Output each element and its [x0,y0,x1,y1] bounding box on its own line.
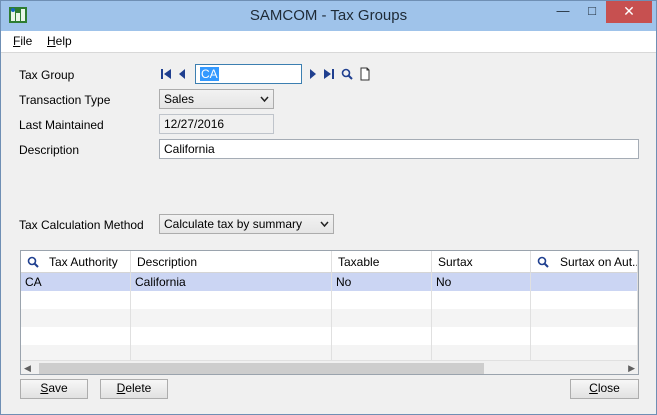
search-icon[interactable] [537,256,549,268]
tax-authority-grid: Tax Authority Description Taxable Surtax… [20,250,639,375]
empty-cell [131,309,332,327]
transaction-type-select[interactable]: Sales [159,89,274,109]
scrollbar-thumb[interactable] [39,363,484,374]
empty-cell [432,291,531,309]
close-button[interactable]: Close [570,379,639,399]
table-row-empty[interactable] [21,345,638,360]
menu-file-label: ile [20,34,33,48]
cell-description[interactable]: California [131,273,332,291]
delete-accel: D [116,381,126,395]
empty-cell [531,345,638,360]
delete-label: elete [125,381,152,395]
empty-cell [332,309,432,327]
menu-file[interactable]: File [13,34,32,48]
title-bar[interactable]: SAMCOM - Tax Groups — □ ✕ [1,1,656,31]
column-header-surtax-on-authority[interactable]: Surtax on Aut... [531,251,638,273]
menu-bar: File Help [1,31,656,53]
empty-cell [131,327,332,345]
column-label: Surtax on Aut... [560,255,638,269]
empty-cell [332,327,432,345]
empty-cell [21,345,131,360]
column-header-tax-authority[interactable]: Tax Authority [21,251,131,273]
empty-cell [131,345,332,360]
last-maintained-label: Last Maintained [19,118,104,132]
close-accel: C [589,381,598,395]
horizontal-scrollbar[interactable]: ◀ ▶ [21,360,638,374]
empty-cell [531,309,638,327]
menu-help-label: elp [55,34,72,48]
description-input[interactable]: California [159,139,639,159]
column-header-description[interactable]: Description [131,251,332,273]
table-row[interactable]: CA California No No [21,273,638,291]
tax-calculation-method-label: Tax Calculation Method [19,218,144,232]
new-record-icon[interactable] [359,67,371,81]
transaction-type-value: Sales [164,92,195,106]
search-icon[interactable] [341,67,353,81]
empty-cell [432,345,531,360]
transaction-type-label: Transaction Type [19,93,111,107]
cell-tax-authority[interactable]: CA [21,273,131,291]
previous-record-icon[interactable] [176,67,188,81]
empty-cell [432,309,531,327]
cell-surtax[interactable]: No [432,273,531,291]
tax-groups-window: SAMCOM - Tax Groups — □ ✕ File Help Tax … [0,0,657,415]
save-label: ave [48,381,68,395]
scroll-right-arrow[interactable]: ▶ [628,361,635,374]
empty-cell [131,291,332,309]
tax-group-label: Tax Group [19,68,75,82]
tax-calculation-method-select[interactable]: Calculate tax by summary [159,214,334,234]
close-window-button[interactable]: ✕ [606,1,652,23]
scroll-left-arrow[interactable]: ◀ [24,361,31,374]
last-maintained-field: 12/27/2016 [159,114,274,134]
minimize-button[interactable]: — [548,1,578,23]
cell-taxable[interactable]: No [332,273,432,291]
column-label: Tax Authority [49,255,118,269]
table-row-empty[interactable] [21,291,638,309]
first-record-icon[interactable] [160,67,172,81]
empty-cell [432,327,531,345]
next-record-icon[interactable] [307,67,319,81]
tax-group-input[interactable]: CA [195,64,302,84]
tax-calculation-method-value: Calculate tax by summary [164,217,303,231]
empty-cell [21,309,131,327]
maximize-button[interactable]: □ [577,1,607,23]
empty-cell [21,291,131,309]
close-label: lose [597,381,620,395]
chevron-down-icon [260,96,269,103]
last-record-icon[interactable] [323,67,335,81]
column-header-surtax[interactable]: Surtax [432,251,531,273]
table-row-empty[interactable] [21,327,638,345]
save-button[interactable]: Save [20,379,88,399]
description-label: Description [19,143,80,157]
chevron-down-icon [320,221,329,228]
empty-cell [531,291,638,309]
column-header-taxable[interactable]: Taxable [332,251,432,273]
empty-cell [332,345,432,360]
tax-group-value: CA [200,67,219,81]
menu-help[interactable]: Help [47,34,72,48]
table-row-empty[interactable] [21,309,638,327]
empty-cell [531,327,638,345]
menu-help-accel: H [47,34,56,48]
empty-cell [21,327,131,345]
empty-cell [332,291,432,309]
cell-surtax-on-authority[interactable] [531,273,638,291]
search-icon[interactable] [27,256,39,268]
delete-button[interactable]: Delete [100,379,168,399]
